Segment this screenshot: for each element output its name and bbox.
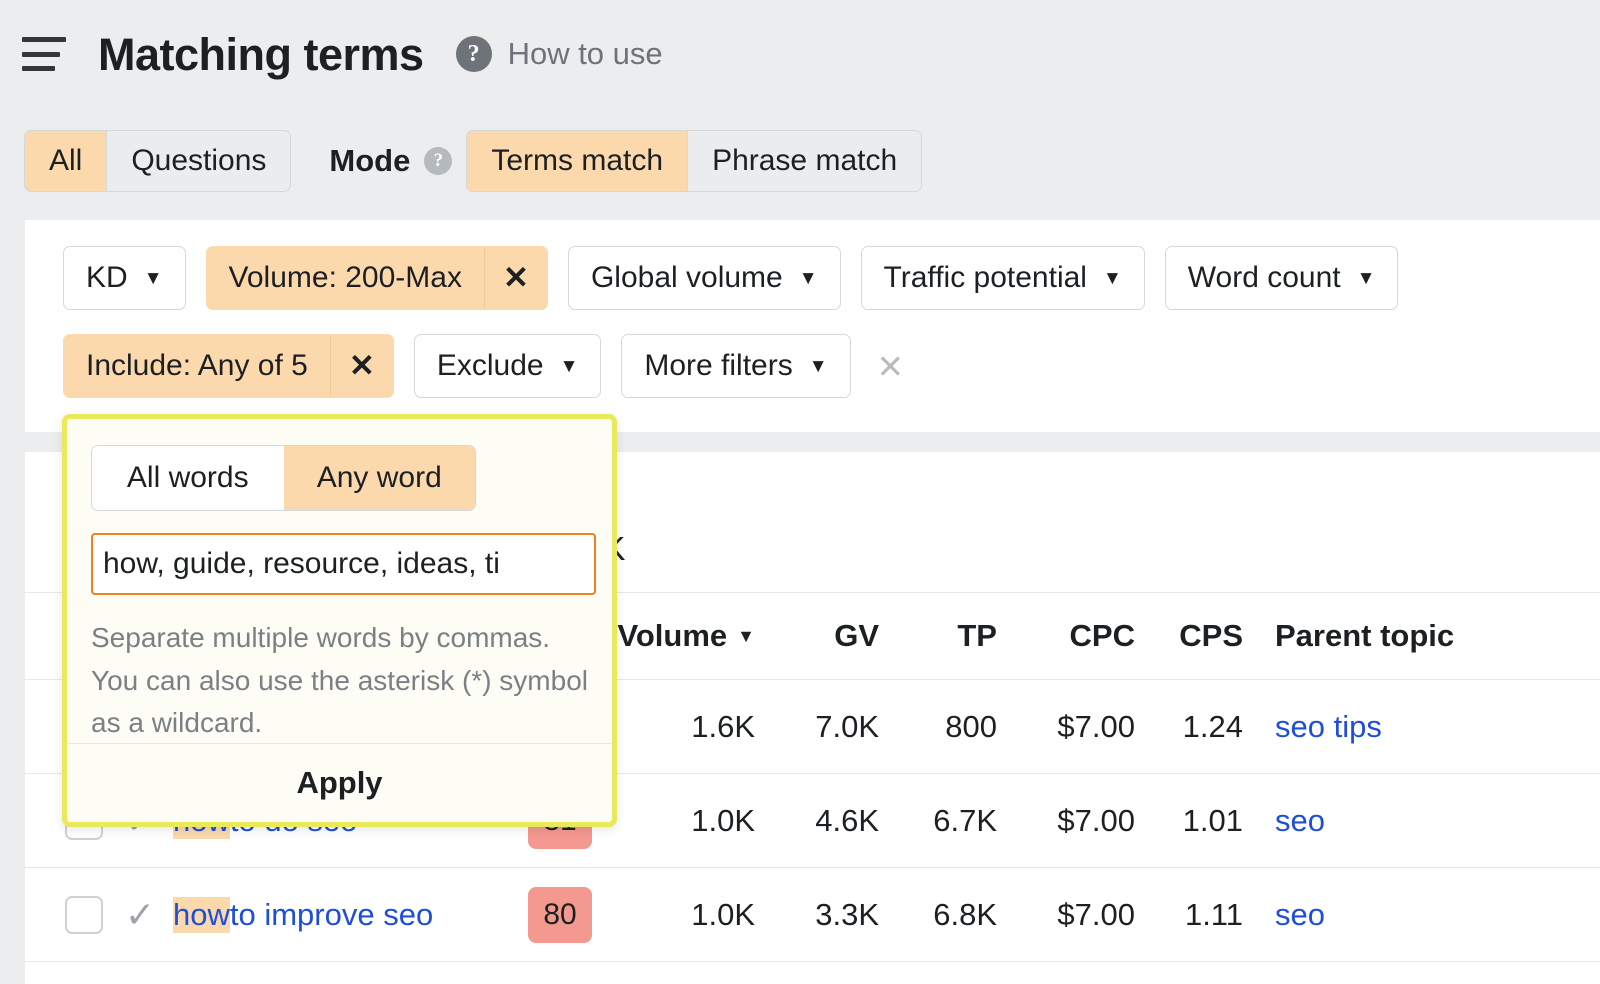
hamburger-line-2 [22, 52, 60, 57]
row-kd: 80 [525, 868, 595, 961]
matching-terms-page: Matching terms ? How to use All Question… [0, 0, 1600, 984]
column-header-volume-label: Volume [618, 618, 728, 654]
table-row[interactable]: ✓ how to improve seo 80 1.0K 3.3K 6.8K $… [25, 868, 1600, 962]
row-cpc: $7.00 [1025, 868, 1135, 961]
chevron-down-icon: ▼ [1357, 269, 1376, 288]
tab-all[interactable]: All [25, 131, 107, 191]
row-tp: 6.8K [897, 868, 997, 961]
column-header-cpc[interactable]: CPC [1025, 593, 1135, 679]
apply-button[interactable]: Apply [67, 744, 612, 822]
row-checkbox[interactable] [65, 868, 103, 961]
row-cps: 1.24 [1153, 680, 1243, 773]
filter-exclude[interactable]: Exclude ▼ [414, 334, 602, 398]
filter-row-secondary: Include: Any of 5 ✕ Exclude ▼ More filte… [25, 310, 1600, 398]
mode-toggle-group: Terms match Phrase match [466, 130, 922, 192]
filter-include[interactable]: Include: Any of 5 ✕ [63, 334, 394, 398]
row-cps: 1.11 [1153, 868, 1243, 961]
tab-terms-match[interactable]: Terms match [467, 131, 688, 191]
chevron-down-icon: ▼ [560, 357, 579, 376]
column-header-volume[interactable]: Volume ▼ [645, 593, 755, 679]
tab-phrase-match[interactable]: Phrase match [688, 131, 921, 191]
hamburger-line-3 [22, 66, 55, 71]
how-to-use-link[interactable]: How to use [508, 36, 663, 72]
page-title: Matching terms [98, 32, 424, 77]
row-gv: 3.3K [777, 868, 879, 961]
filter-row-primary: KD ▼ Volume: 200-Max ✕ Global volume ▼ T… [25, 220, 1600, 310]
row-gv: 7.0K [777, 680, 879, 773]
filter-include-remove-icon[interactable]: ✕ [331, 335, 393, 397]
hamburger-line-1 [22, 37, 66, 42]
filter-word-count[interactable]: Word count ▼ [1165, 246, 1399, 310]
question-mark-icon[interactable]: ? [456, 36, 492, 72]
row-volume: 1.6K [645, 680, 755, 773]
row-keyword-rest: to improve seo [230, 897, 433, 933]
row-tp: 800 [897, 680, 997, 773]
filter-global-volume[interactable]: Global volume ▼ [568, 246, 841, 310]
row-parent-topic[interactable]: seo [1275, 868, 1325, 961]
mode-question-mark-icon[interactable]: ? [424, 147, 452, 175]
column-header-gv[interactable]: GV [777, 593, 879, 679]
word-match-toggle-group: All words Any word [91, 445, 476, 511]
row-check-icon: ✓ [125, 868, 155, 961]
filter-panel: KD ▼ Volume: 200-Max ✕ Global volume ▼ T… [25, 220, 1600, 432]
filter-kd-label: KD [86, 261, 128, 295]
filter-word-count-label: Word count [1188, 261, 1341, 295]
filter-exclude-label: Exclude [437, 349, 544, 383]
filter-more-filters[interactable]: More filters ▼ [621, 334, 850, 398]
row-volume: 1.0K [645, 868, 755, 961]
kd-badge: 80 [528, 887, 592, 943]
include-help-text: Separate multiple words by commas. You c… [91, 617, 588, 745]
column-header-tp[interactable]: TP [897, 593, 997, 679]
row-keyword[interactable]: how to improve seo [173, 868, 433, 961]
include-keywords-input[interactable] [91, 533, 596, 595]
row-volume: 1.0K [645, 774, 755, 867]
filter-volume[interactable]: Volume: 200-Max ✕ [206, 246, 548, 310]
column-header-cps[interactable]: CPS [1153, 593, 1243, 679]
checkbox-icon[interactable] [65, 896, 103, 934]
row-gv: 4.6K [777, 774, 879, 867]
filter-traffic-potential[interactable]: Traffic potential ▼ [861, 246, 1145, 310]
toggle-all-words[interactable]: All words [92, 446, 284, 510]
row-keyword-highlight: how [173, 897, 230, 933]
row-parent-topic[interactable]: seo [1275, 774, 1325, 867]
type-toggle-group: All Questions [24, 130, 291, 192]
chevron-down-icon: ▼ [809, 357, 828, 376]
page-header: Matching terms ? How to use [0, 0, 1600, 108]
include-input-wrapper [91, 533, 596, 595]
filter-include-label: Include: Any of 5 [64, 335, 331, 397]
row-tp: 6.7K [897, 774, 997, 867]
filter-global-volume-label: Global volume [591, 261, 783, 295]
row-cpc: $7.00 [1025, 774, 1135, 867]
chevron-down-icon: ▼ [144, 269, 163, 288]
include-filter-popover: All words Any word Separate multiple wor… [62, 414, 617, 827]
sort-descending-icon: ▼ [737, 626, 755, 647]
row-parent-topic[interactable]: seo tips [1275, 680, 1382, 773]
filter-more-filters-label: More filters [644, 349, 792, 383]
hamburger-icon[interactable] [22, 37, 66, 71]
mode-label: Mode [329, 143, 410, 179]
tab-questions[interactable]: Questions [107, 131, 290, 191]
column-header-parent-topic[interactable]: Parent topic [1275, 593, 1454, 679]
mode-bar: All Questions Mode ? Terms match Phrase … [0, 108, 1600, 214]
filter-volume-remove-icon[interactable]: ✕ [485, 247, 547, 309]
toggle-any-word[interactable]: Any word [284, 446, 476, 510]
clear-all-filters-icon[interactable]: ✕ [877, 347, 905, 386]
filter-volume-label: Volume: 200-Max [207, 247, 485, 309]
row-cpc: $7.00 [1025, 680, 1135, 773]
chevron-down-icon: ▼ [799, 269, 818, 288]
filter-traffic-potential-label: Traffic potential [884, 261, 1087, 295]
chevron-down-icon: ▼ [1103, 269, 1122, 288]
row-cps: 1.01 [1153, 774, 1243, 867]
filter-kd[interactable]: KD ▼ [63, 246, 186, 310]
